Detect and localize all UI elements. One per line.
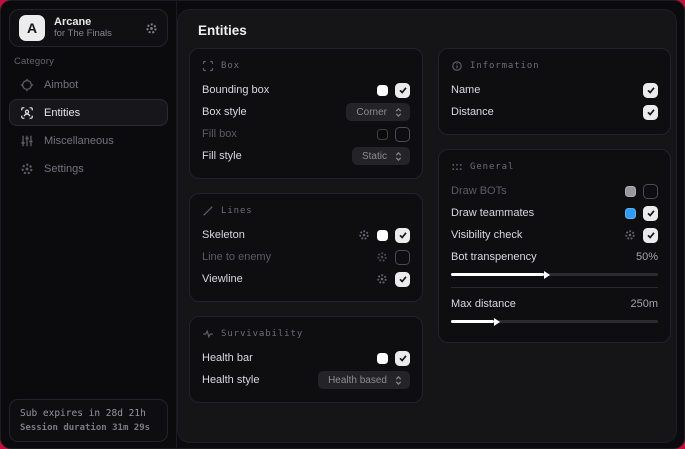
app-window: A Arcane for The Finals Category Aimbot — [0, 0, 685, 449]
sidebar-item-aimbot[interactable]: Aimbot — [9, 71, 168, 98]
app-name: Arcane — [54, 16, 136, 29]
setting-row-max-distance: Max distance 250m — [451, 293, 658, 315]
sidebar-item-label: Settings — [44, 163, 84, 175]
page-title: Entities — [198, 23, 247, 38]
bot-transparency-slider[interactable] — [451, 268, 658, 281]
setting-row-fill-style: Fill style Static — [202, 145, 410, 167]
pulse-icon — [202, 328, 214, 340]
setting-row-name: Name — [451, 79, 658, 101]
app-logo: A — [19, 15, 45, 41]
slider-fill[interactable] — [451, 320, 494, 323]
color-swatch[interactable] — [377, 353, 388, 364]
scan-person-icon — [20, 106, 34, 120]
gear-icon[interactable] — [358, 229, 370, 241]
app-subtitle: for The Finals — [54, 29, 136, 40]
max-distance-slider[interactable] — [451, 315, 658, 328]
right-column: Information Name Distance — [438, 48, 671, 343]
settings-gear-icon[interactable] — [145, 22, 158, 35]
slider-fill[interactable] — [451, 273, 544, 276]
gear-icon[interactable] — [624, 229, 636, 241]
draw-bots-checkbox[interactable] — [643, 184, 658, 199]
setting-row-distance: Distance — [451, 101, 658, 123]
setting-row-draw-teammates: Draw teammates — [451, 202, 658, 224]
chevrons-up-down-icon — [394, 375, 403, 386]
fill-style-select[interactable]: Static — [352, 147, 410, 165]
sidebar-item-settings[interactable]: Settings — [9, 155, 168, 182]
left-column: Box Bounding box Box style Corner — [189, 48, 423, 403]
app-header-card: A Arcane for The Finals — [9, 9, 168, 47]
name-checkbox[interactable] — [643, 83, 658, 98]
sidebar-item-label: Aimbot — [44, 79, 78, 91]
survivability-section-card: Survivability Health bar Health style He… — [189, 316, 423, 403]
bot-transparency-value: 50% — [636, 251, 658, 263]
main-panel: Entities Box Bounding box — [177, 9, 677, 443]
session-duration-text: Session duration 31m 29s — [20, 422, 157, 436]
sidebar-item-miscellaneous[interactable]: Miscellaneous — [9, 127, 168, 154]
chevrons-up-down-icon — [394, 107, 403, 118]
lines-section-card: Lines Skeleton Line to enemy — [189, 193, 423, 302]
color-swatch[interactable] — [625, 186, 636, 197]
setting-row-viewline: Viewline — [202, 268, 410, 290]
section-title: Information — [470, 61, 540, 71]
sidebar-nav: Aimbot Entities Miscellaneous Settings — [9, 71, 168, 182]
box-corners-icon — [202, 60, 214, 72]
grid-dots-icon — [451, 161, 463, 173]
crosshair-icon — [20, 78, 34, 92]
color-swatch[interactable] — [625, 208, 636, 219]
setting-row-health-style: Health style Health based — [202, 369, 410, 391]
distance-checkbox[interactable] — [643, 105, 658, 120]
chevrons-up-down-icon — [394, 151, 403, 162]
setting-row-skeleton: Skeleton — [202, 224, 410, 246]
bounding-box-checkbox[interactable] — [395, 83, 410, 98]
health-style-select[interactable]: Health based — [318, 371, 410, 389]
setting-row-bot-transparency: Bot transpenency 50% — [451, 246, 658, 268]
sidebar-item-entities[interactable]: Entities — [9, 99, 168, 126]
viewline-checkbox[interactable] — [395, 272, 410, 287]
section-title: Box — [221, 61, 240, 71]
gear-icon[interactable] — [376, 251, 388, 263]
desktop-backdrop: { "theme": { "backdrop": "#c3103c", "acc… — [0, 0, 685, 449]
sidebar-item-label: Miscellaneous — [44, 135, 114, 147]
section-title: Lines — [221, 206, 253, 216]
setting-row-visibility-check: Visibility check — [451, 224, 658, 246]
sub-expiry-text: Sub expires in 28d 21h — [20, 407, 157, 421]
setting-row-box-style: Box style Corner — [202, 101, 410, 123]
diagonal-line-icon — [202, 205, 214, 217]
line-to-enemy-checkbox[interactable] — [395, 250, 410, 265]
box-style-select[interactable]: Corner — [346, 103, 410, 121]
setting-row-fill-box: Fill box — [202, 123, 410, 145]
gear-icon[interactable] — [376, 273, 388, 285]
box-section-card: Box Bounding box Box style Corner — [189, 48, 423, 179]
information-section-card: Information Name Distance — [438, 48, 671, 135]
setting-row-health-bar: Health bar — [202, 347, 410, 369]
subscription-card: Sub expires in 28d 21h Session duration … — [9, 399, 168, 442]
setting-row-bounding-box: Bounding box — [202, 79, 410, 101]
health-bar-checkbox[interactable] — [395, 351, 410, 366]
divider — [451, 287, 658, 288]
max-distance-value: 250m — [630, 298, 658, 310]
draw-teammates-checkbox[interactable] — [643, 206, 658, 221]
sliders-icon — [20, 134, 34, 148]
color-swatch[interactable] — [377, 85, 388, 96]
color-swatch[interactable] — [377, 129, 388, 140]
category-label: Category — [14, 56, 54, 67]
color-swatch[interactable] — [377, 230, 388, 241]
sidebar-item-label: Entities — [44, 107, 80, 119]
info-icon — [451, 60, 463, 72]
skeleton-checkbox[interactable] — [395, 228, 410, 243]
general-section-card: General Draw BOTs Draw teammates — [438, 149, 671, 343]
fill-box-checkbox[interactable] — [395, 127, 410, 142]
setting-row-draw-bots: Draw BOTs — [451, 180, 658, 202]
sidebar: A Arcane for The Finals Category Aimbot — [1, 1, 177, 448]
section-title: Survivability — [221, 329, 303, 339]
section-title: General — [470, 162, 514, 172]
setting-row-line-to-enemy: Line to enemy — [202, 246, 410, 268]
visibility-check-checkbox[interactable] — [643, 228, 658, 243]
gear-icon — [20, 162, 34, 176]
